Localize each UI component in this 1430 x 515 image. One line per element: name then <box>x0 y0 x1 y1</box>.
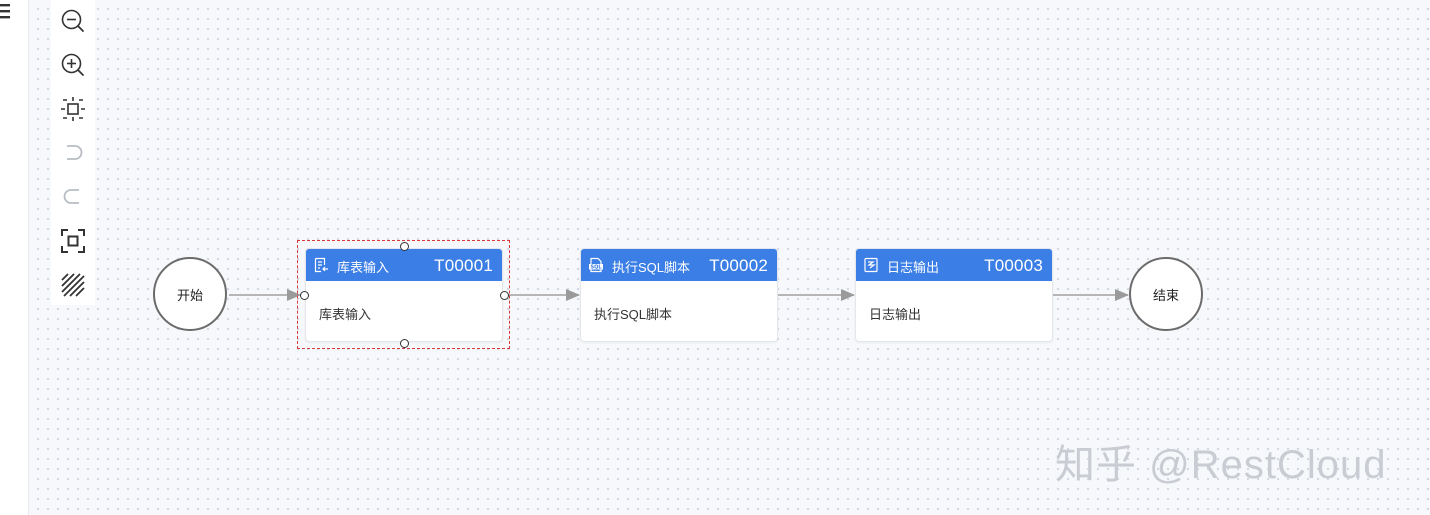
task-node-t00001[interactable]: 库表输入 T00001 库表输入 <box>305 248 503 342</box>
svg-text:SQL: SQL <box>590 265 602 271</box>
connect-handle-right[interactable] <box>499 290 509 300</box>
resize-handle-bottom[interactable] <box>399 338 409 348</box>
undo-button[interactable] <box>59 139 87 167</box>
actual-size-button[interactable] <box>59 227 87 255</box>
resize-handle-top[interactable] <box>399 241 409 251</box>
canvas-toolbar <box>51 0 95 305</box>
task-name: 执行SQL脚本 <box>612 260 691 275</box>
left-panel-strip <box>0 0 29 515</box>
fit-view-button[interactable] <box>59 95 87 123</box>
menu-icon[interactable] <box>0 2 12 20</box>
task-name: 日志输出 <box>887 260 940 275</box>
task-body-label: 日志输出 <box>869 307 922 322</box>
fit-view-icon <box>61 97 85 121</box>
task-body-label: 执行SQL脚本 <box>594 307 673 322</box>
zoom-out-icon <box>61 9 84 32</box>
grid-toggle-button[interactable] <box>59 271 87 299</box>
start-node[interactable]: 开始 <box>153 257 227 331</box>
task-id: T00001 <box>434 256 493 275</box>
sql-script-icon: SQL <box>589 257 603 273</box>
task-node-t00002[interactable]: SQL 执行SQL脚本 T00002 执行SQL脚本 <box>580 248 778 342</box>
table-input-icon <box>314 257 328 273</box>
task-header: SQL 执行SQL脚本 T00002 <box>581 249 777 281</box>
actual-size-icon <box>61 229 85 253</box>
undo-icon <box>67 145 83 160</box>
watermark: 知乎 @RestCloud <box>1055 443 1387 487</box>
connect-handle-left[interactable] <box>299 290 309 300</box>
start-node-label: 开始 <box>176 287 203 303</box>
grid-toggle-icon <box>61 273 85 297</box>
task-id: T00002 <box>709 256 768 275</box>
task-id: T00003 <box>984 256 1043 275</box>
task-name: 库表输入 <box>337 260 390 275</box>
zoom-out-button[interactable] <box>59 7 87 35</box>
end-node-label: 结束 <box>1152 287 1179 303</box>
redo-button[interactable] <box>59 183 87 211</box>
task-node-t00003[interactable]: 日志输出 T00003 日志输出 <box>855 248 1053 342</box>
app-root: 开始 库表输入 T00001 库表输入 SQL 执行SQL脚本 T00002 执… <box>0 0 1430 515</box>
zoom-in-button[interactable] <box>59 51 87 79</box>
task-header: 库表输入 T00001 <box>306 249 502 281</box>
task-header: 日志输出 T00003 <box>856 249 1052 281</box>
end-node[interactable]: 结束 <box>1129 257 1203 331</box>
log-output-icon <box>864 257 878 273</box>
zoom-in-icon <box>61 53 84 76</box>
task-body-label: 库表输入 <box>319 307 372 322</box>
redo-icon <box>63 189 79 204</box>
